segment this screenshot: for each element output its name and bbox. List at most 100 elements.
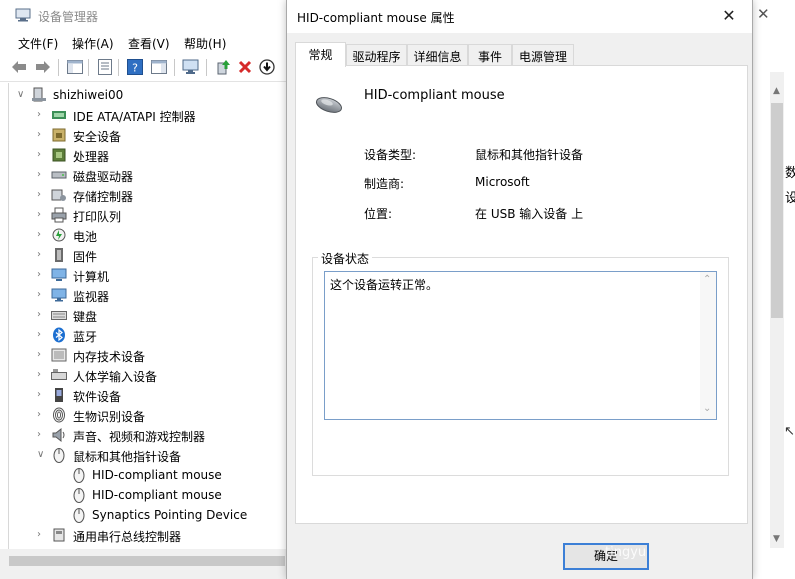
speaker-icon: [52, 427, 65, 443]
category-label: IDE ATA/ATAPI 控制器: [73, 110, 196, 124]
cursor-icon: ↖: [784, 424, 795, 439]
properties-button[interactable]: [96, 58, 114, 76]
expand-chevron-icon[interactable]: ›: [37, 368, 47, 382]
expand-chevron-icon[interactable]: ›: [37, 248, 47, 262]
tree-category[interactable]: › 监视器: [9, 285, 286, 305]
tree-category[interactable]: › IDE ATA/ATAPI 控制器: [9, 105, 286, 125]
tree-category[interactable]: › 存储控制器: [9, 185, 286, 205]
expand-chevron-icon[interactable]: ›: [37, 268, 47, 282]
scrollbar-thumb[interactable]: [771, 103, 783, 318]
expand-chevron-icon[interactable]: ›: [37, 308, 47, 322]
tab-details[interactable]: 详细信息: [407, 44, 468, 66]
uninstall-button[interactable]: [236, 58, 254, 76]
monitor-scan-icon: [182, 59, 199, 74]
tree-category[interactable]: › 声音、视频和游戏控制器: [9, 425, 286, 445]
expand-chevron-icon[interactable]: ›: [37, 168, 47, 182]
red-x-icon: [238, 60, 252, 74]
tree-category[interactable]: › 计算机: [9, 265, 286, 285]
tree-device-synaptics[interactable]: Synaptics Pointing Device: [9, 505, 286, 525]
category-label: 固件: [73, 250, 98, 264]
background-window-strip: ✕ ▲ ▼ 数 设 ↖: [753, 0, 795, 579]
tree-category[interactable]: › 蓝牙: [9, 325, 286, 345]
root-label: shizhiwei00: [53, 88, 124, 102]
collapse-chevron-icon[interactable]: ∨: [37, 448, 47, 462]
close-icon[interactable]: ✕: [757, 5, 770, 23]
tree-category[interactable]: › 安全设备: [9, 125, 286, 145]
scroll-up-icon[interactable]: ⌃: [703, 274, 711, 285]
category-label: 安全设备: [73, 130, 122, 144]
back-button[interactable]: [10, 58, 28, 76]
scroll-up-icon[interactable]: ▲: [773, 86, 780, 96]
tree-category[interactable]: › 软件设备: [9, 385, 286, 405]
device-type-label: 设备类型:: [364, 148, 417, 162]
menu-view[interactable]: 查看(V): [128, 35, 170, 52]
update-driver-button[interactable]: [214, 58, 232, 76]
tree-category[interactable]: › 处理器: [9, 145, 286, 165]
expand-chevron-icon[interactable]: ›: [37, 528, 47, 542]
tree-category[interactable]: › 固件: [9, 245, 286, 265]
pane-icon: [151, 60, 167, 74]
tab-power-management[interactable]: 电源管理: [512, 44, 574, 66]
menu-help[interactable]: 帮助(H): [184, 35, 226, 52]
category-label: 处理器: [73, 150, 110, 164]
forward-button[interactable]: [34, 58, 52, 76]
tab-strip: 常规 驱动程序 详细信息 事件 电源管理: [295, 42, 744, 67]
expand-chevron-icon[interactable]: ›: [37, 228, 47, 242]
device-status-textbox[interactable]: 这个设备运转正常。 ⌃ ⌄: [324, 271, 717, 420]
expand-chevron-icon[interactable]: ›: [37, 348, 47, 362]
scrollbar-thumb[interactable]: [9, 556, 285, 566]
tree-device-hid-mouse-1[interactable]: HID-compliant mouse: [9, 465, 286, 485]
tree-category[interactable]: › 人体学输入设备: [9, 365, 286, 385]
menu-file[interactable]: 文件(F): [18, 35, 58, 52]
tree-category[interactable]: › 磁盘驱动器: [9, 165, 286, 185]
battery-icon: [52, 228, 66, 242]
textbox-scrollbar[interactable]: ⌃ ⌄: [700, 272, 716, 419]
monitor-icon: [51, 288, 67, 302]
tree-category[interactable]: › 生物识别设备: [9, 405, 286, 425]
manufacturer-label: 制造商:: [364, 177, 405, 191]
tree-root[interactable]: ∨ shizhiwei00: [9, 85, 286, 105]
show-hide-tree-button[interactable]: [66, 58, 84, 76]
expand-chevron-icon[interactable]: ›: [37, 288, 47, 302]
fingerprint-icon: [53, 407, 65, 423]
help-button[interactable]: ?: [126, 58, 144, 76]
expand-chevron-icon[interactable]: ›: [37, 148, 47, 162]
bluetooth-icon: [53, 327, 65, 343]
mouse-device-icon: [73, 488, 85, 503]
disk-drive-icon: [51, 171, 67, 179]
tree-category[interactable]: › 键盘: [9, 305, 286, 325]
expand-chevron-icon[interactable]: ›: [37, 128, 47, 142]
close-button[interactable]: ✕: [717, 5, 741, 27]
action-pane-button[interactable]: [150, 58, 168, 76]
collapse-chevron-icon[interactable]: ∨: [17, 88, 27, 102]
expand-chevron-icon[interactable]: ›: [37, 208, 47, 222]
tab-general[interactable]: 常规: [295, 42, 346, 67]
category-label: 计算机: [73, 270, 110, 284]
tree-category[interactable]: › 电池: [9, 225, 286, 245]
watermark-text: tingyu: [605, 545, 647, 560]
expand-chevron-icon[interactable]: ›: [37, 328, 47, 342]
expand-chevron-icon[interactable]: ›: [37, 388, 47, 402]
tree-category[interactable]: › 打印队列: [9, 205, 286, 225]
tab-driver[interactable]: 驱动程序: [346, 44, 407, 66]
scan-hardware-button[interactable]: [182, 58, 200, 76]
category-label: 内存技术设备: [73, 350, 146, 364]
tree-device-hid-mouse-2[interactable]: HID-compliant mouse: [9, 485, 286, 505]
tab-events[interactable]: 事件: [468, 44, 512, 66]
disable-device-button[interactable]: [258, 58, 276, 76]
expand-chevron-icon[interactable]: ›: [37, 408, 47, 422]
horizontal-scrollbar[interactable]: [0, 549, 286, 579]
expand-chevron-icon[interactable]: ›: [37, 188, 47, 202]
expand-chevron-icon[interactable]: ›: [37, 428, 47, 442]
scroll-down-icon[interactable]: ▼: [773, 534, 780, 544]
device-name: HID-compliant mouse: [364, 88, 505, 103]
tree-category-expanded[interactable]: ∨ 鼠标和其他指针设备: [9, 445, 286, 465]
tree-category[interactable]: › 通用串行总线控制器: [9, 525, 286, 545]
device-type-value: 鼠标和其他指针设备: [475, 148, 584, 162]
category-label: 磁盘驱动器: [73, 170, 134, 184]
expand-chevron-icon[interactable]: ›: [37, 108, 47, 122]
tree-category[interactable]: › 内存技术设备: [9, 345, 286, 365]
menu-action[interactable]: 操作(A): [72, 35, 114, 52]
scroll-down-icon[interactable]: ⌄: [703, 403, 711, 414]
dialog-title: HID-compliant mouse 属性: [297, 11, 455, 25]
